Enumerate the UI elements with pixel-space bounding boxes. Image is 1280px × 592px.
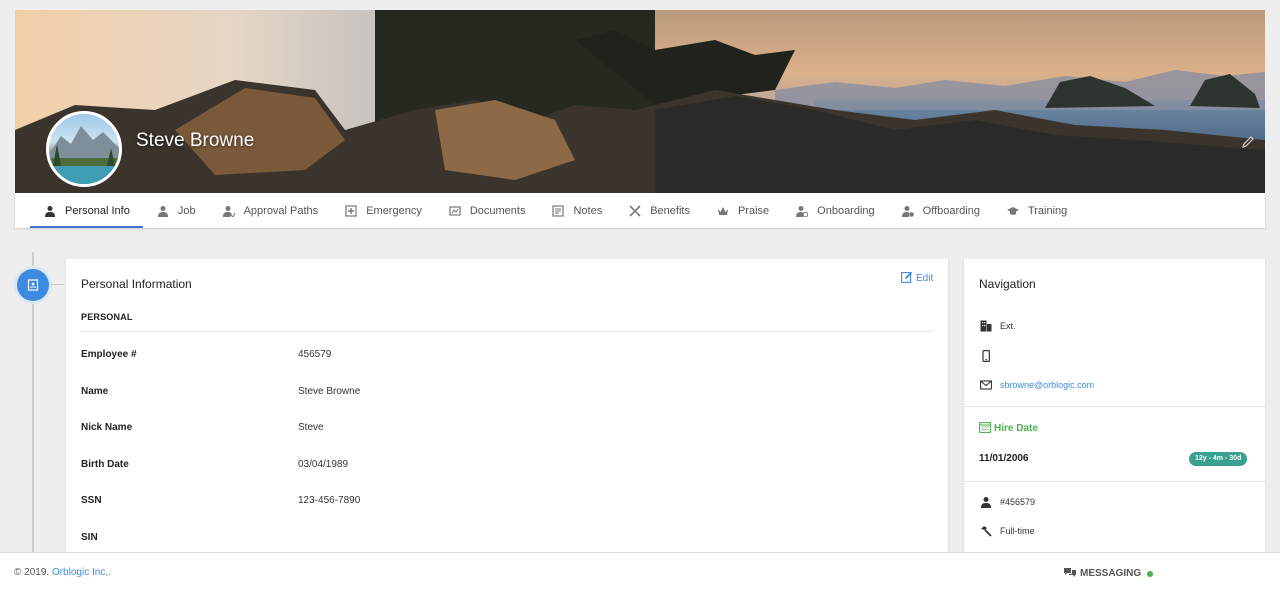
field-value: 456579 (298, 349, 332, 360)
field-value: Steve Browne (298, 386, 361, 397)
copyright-text: © 2019. (14, 567, 50, 578)
navigation-card: Navigation Ext. sbrowne@orblogic.com Hir… (964, 259, 1265, 559)
mobile-phone-icon (979, 349, 992, 362)
email-item[interactable]: sbrowne@orblogic.com (979, 378, 1094, 391)
hire-date-heading: Hire Date (979, 421, 1038, 436)
tab-label: Offboarding (922, 204, 980, 217)
section-label: PERSONAL (81, 312, 133, 322)
field-value: 123-456-7890 (298, 495, 361, 506)
tab-personal-info[interactable]: Personal Info (30, 193, 143, 228)
edit-banner-pencil-icon[interactable] (1241, 135, 1257, 151)
tab-training[interactable]: Training (993, 193, 1080, 228)
field-row: SSN 123-456-7890 (81, 495, 933, 511)
field-value: 03/04/1989 (298, 459, 349, 470)
tab-job[interactable]: Job (143, 193, 209, 228)
tab-label: Job (177, 204, 196, 217)
field-label: SSN (81, 495, 102, 506)
edit-icon (901, 271, 913, 286)
field-label: SIN (81, 532, 98, 543)
field-row: Employee # 456579 (81, 349, 933, 365)
field-label: Employee # (81, 349, 137, 360)
tab-label: Personal Info (65, 204, 130, 217)
timeline-connector (50, 284, 64, 285)
tab-label: Training (1027, 204, 1068, 217)
tab-praise[interactable]: Praise (703, 193, 782, 228)
tab-benefits[interactable]: Benefits (615, 193, 703, 228)
tab-label: Emergency (366, 204, 422, 217)
profile-name: Steve Browne (136, 130, 255, 151)
tab-label: Notes (573, 204, 603, 217)
field-value: Steve (298, 422, 324, 433)
profile-banner: Steve Browne (15, 10, 1265, 193)
profile-tabs: Personal Info Job Approval Paths Emergen… (15, 193, 1265, 228)
offboarding-icon (901, 204, 915, 218)
field-label: Name (81, 386, 109, 397)
timeline-contact-card-icon (17, 269, 49, 301)
person-icon (156, 204, 170, 218)
tab-label: Documents (469, 204, 526, 217)
envelope-icon (979, 378, 992, 391)
tab-label: Onboarding (817, 204, 875, 217)
graduation-cap-icon (1006, 204, 1020, 218)
edit-button[interactable]: Edit (901, 271, 933, 286)
benefits-icon (628, 204, 642, 218)
copyright: © 2019. Orblogic Inc,. (14, 567, 111, 578)
divider (964, 406, 1265, 407)
messaging-button[interactable]: MESSAGING (1064, 567, 1154, 580)
hire-date-value: 11/01/2006 (979, 453, 1029, 464)
card-title: Navigation (979, 277, 1036, 291)
emergency-icon (344, 204, 358, 218)
edit-label: Edit (916, 273, 934, 284)
footer: © 2019. Orblogic Inc,. MESSAGING (0, 552, 1280, 592)
tab-notes[interactable]: Notes (538, 193, 615, 228)
tab-label: Praise (737, 204, 770, 217)
profile-avatar[interactable] (46, 111, 122, 187)
tab-label: Approval Paths (243, 204, 319, 217)
calendar-icon (979, 421, 991, 436)
employee-id: #456579 (1000, 496, 1036, 507)
building-icon (979, 319, 992, 332)
field-row: Birth Date 03/04/1989 (81, 459, 933, 475)
employee-id-item: #456579 (979, 495, 1035, 508)
chat-bubbles-icon (1064, 567, 1076, 580)
online-status-dot (1147, 570, 1154, 577)
email-link[interactable]: sbrowne@orblogic.com (1000, 380, 1094, 390)
tab-approval-paths[interactable]: Approval Paths (209, 193, 332, 228)
extension-label: Ext. (1000, 320, 1016, 331)
employment-type: Full-time (1000, 525, 1035, 536)
mobile-item (979, 349, 1000, 362)
extension-item: Ext. (979, 319, 1016, 332)
field-label: Nick Name (81, 422, 133, 433)
approval-icon (222, 204, 236, 218)
person-icon (979, 495, 992, 508)
crown-icon (716, 204, 730, 218)
employment-type-item: Full-time (979, 524, 1035, 537)
company-link[interactable]: Orblogic Inc,. (52, 567, 111, 578)
onboarding-icon (795, 204, 809, 218)
notes-icon (551, 204, 565, 218)
tab-offboarding[interactable]: Offboarding (888, 193, 993, 228)
field-row: Name Steve Browne (81, 386, 933, 402)
field-row: SIN (81, 532, 933, 548)
person-icon (43, 204, 57, 218)
section-divider (81, 331, 933, 332)
tab-emergency[interactable]: Emergency (331, 193, 435, 228)
tab-onboarding[interactable]: Onboarding (782, 193, 888, 228)
card-title: Personal Information (81, 277, 192, 291)
tenure-badge: 12y - 4m - 30d (1189, 452, 1248, 466)
tab-label: Benefits (650, 204, 690, 217)
hire-date-title: Hire Date (994, 423, 1038, 434)
tab-documents[interactable]: Documents (435, 193, 539, 228)
field-row: Nick Name Steve (81, 422, 933, 438)
personal-information-card: Personal Information Edit PERSONAL Emplo… (66, 259, 948, 559)
banner-landscape-image (15, 10, 1265, 193)
divider (964, 481, 1265, 482)
hammer-icon (979, 524, 992, 537)
documents-icon (448, 204, 462, 218)
field-label: Birth Date (81, 459, 129, 470)
messaging-label: MESSAGING (1080, 568, 1142, 579)
